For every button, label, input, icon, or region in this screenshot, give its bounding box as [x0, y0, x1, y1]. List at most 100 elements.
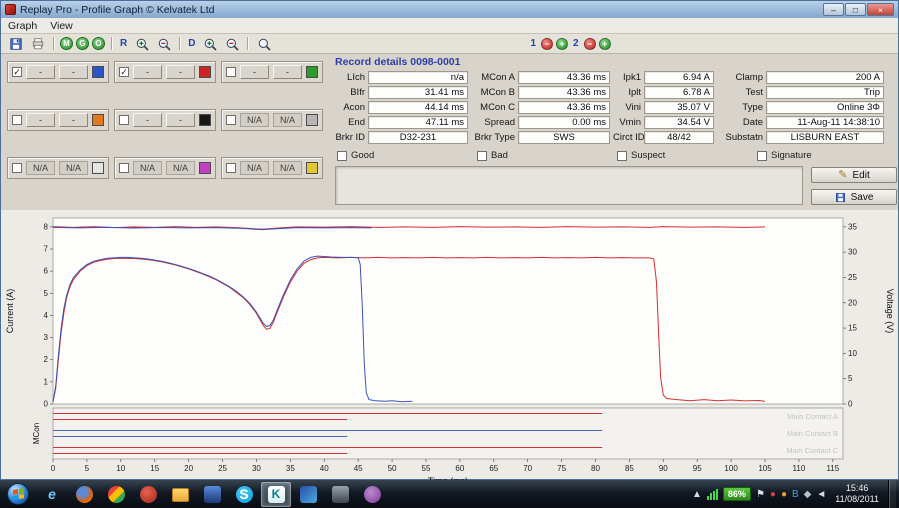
- menu-graph[interactable]: Graph: [8, 20, 37, 32]
- minimize-button[interactable]: –: [823, 3, 844, 16]
- firefox-taskbar-icon[interactable]: [69, 482, 99, 507]
- channel-5-button-2[interactable]: -: [166, 113, 195, 127]
- start-button[interactable]: [2, 481, 34, 507]
- channel-9-button-1[interactable]: N/A: [240, 161, 269, 175]
- channel-7-button-1[interactable]: N/A: [26, 161, 55, 175]
- channel-8-color-swatch[interactable]: [199, 162, 211, 174]
- channel-9-button-2[interactable]: N/A: [273, 161, 302, 175]
- d-zoom-in-button[interactable]: [200, 35, 219, 52]
- signature-checkbox[interactable]: [757, 150, 767, 161]
- d-zoom-out-button[interactable]: [222, 35, 241, 52]
- save-button[interactable]: Save: [811, 189, 897, 205]
- good-checkbox[interactable]: [337, 150, 347, 161]
- channel-1-button-1[interactable]: -: [26, 65, 55, 79]
- channel-2-button-2[interactable]: -: [166, 65, 195, 79]
- channel-3-button-1[interactable]: -: [240, 65, 269, 79]
- channel-2-checkbox[interactable]: ✓: [119, 67, 129, 77]
- windows-explorer-taskbar-icon[interactable]: [165, 482, 195, 507]
- blue-grid-app-taskbar-icon[interactable]: [293, 482, 323, 507]
- show-hidden-icons-icon[interactable]: ▲: [692, 489, 702, 500]
- channel-5-checkbox[interactable]: [119, 115, 129, 125]
- channel-1-checkbox[interactable]: ✓: [12, 67, 22, 77]
- menu-view[interactable]: View: [50, 20, 73, 32]
- contacts-plot-area[interactable]: [52, 407, 844, 460]
- channel-6-checkbox[interactable]: [226, 115, 236, 125]
- r-zoom-in-button[interactable]: [132, 35, 151, 52]
- channel-3-color-swatch[interactable]: [306, 66, 318, 78]
- action-center-flag-icon[interactable]: ⚑: [756, 489, 765, 500]
- channel-9-checkbox[interactable]: [226, 163, 236, 173]
- usb-device-icon[interactable]: ◆: [804, 489, 812, 500]
- channel-8-button-1[interactable]: N/A: [133, 161, 162, 175]
- battery-meter-icon[interactable]: 86%: [722, 487, 751, 501]
- channel-4-button-2[interactable]: -: [59, 113, 88, 127]
- save-graph-button[interactable]: [6, 35, 25, 52]
- channel-4-color-swatch[interactable]: [92, 114, 104, 126]
- zoom-reset-button[interactable]: [254, 35, 273, 52]
- channel-6-button-1[interactable]: N/A: [240, 113, 269, 127]
- cursor-2-remove-button[interactable]: −: [583, 37, 596, 50]
- channel-8-checkbox[interactable]: [119, 163, 129, 173]
- blue-window-app-taskbar-icon[interactable]: [197, 482, 227, 507]
- bluetooth-icon[interactable]: B: [792, 489, 799, 500]
- monitor-app-taskbar-icon[interactable]: [325, 482, 355, 507]
- channel-8-button-2[interactable]: N/A: [166, 161, 195, 175]
- marker-m-button[interactable]: M: [60, 37, 73, 50]
- channel-5-color-swatch[interactable]: [199, 114, 211, 126]
- r-zoom-out-button[interactable]: [154, 35, 173, 52]
- channel-7-color-swatch[interactable]: [92, 162, 104, 174]
- marker-o-button[interactable]: O: [92, 37, 105, 50]
- channel-7-checkbox[interactable]: [12, 163, 22, 173]
- x-tick-label: 30: [252, 464, 261, 473]
- cursor-1-add-button[interactable]: +: [556, 37, 569, 50]
- d-zoom-label: D: [188, 38, 196, 49]
- channel-9-color-swatch[interactable]: [306, 162, 318, 174]
- skype-taskbar-icon[interactable]: S: [229, 482, 259, 507]
- edit-button[interactable]: ✎ Edit: [811, 167, 897, 183]
- volume-icon[interactable]: ◄: [816, 489, 826, 500]
- security-alert-icon[interactable]: ●: [770, 489, 776, 500]
- cursor-2-add-button[interactable]: +: [598, 37, 611, 50]
- system-tray: ▲ 86% ⚑ ● ● B ◆ ◄ 15:46 11/08/2011: [692, 480, 897, 508]
- internet-explorer-taskbar-icon[interactable]: e: [37, 482, 67, 507]
- channel-3-checkbox[interactable]: [226, 67, 236, 77]
- print-button[interactable]: [28, 35, 47, 52]
- channel-5-button-1[interactable]: -: [133, 113, 162, 127]
- update-notifier-icon[interactable]: ●: [781, 489, 787, 500]
- marker-g-button[interactable]: G: [76, 37, 89, 50]
- channel-6-button-2[interactable]: N/A: [273, 113, 302, 127]
- clock[interactable]: 15:46 11/08/2011: [835, 483, 879, 505]
- red-circle-app-taskbar-icon[interactable]: [133, 482, 163, 507]
- notes-box[interactable]: [335, 166, 803, 205]
- chrome-taskbar-icon[interactable]: [101, 482, 131, 507]
- channel-7-button-2[interactable]: N/A: [59, 161, 88, 175]
- channel-2-color-swatch[interactable]: [199, 66, 211, 78]
- channel-4-button-1[interactable]: -: [26, 113, 55, 127]
- field-value-substatn: LISBURN EAST: [766, 131, 884, 144]
- suspect-checkbox[interactable]: [617, 150, 627, 161]
- x-tick-label: 40: [320, 464, 329, 473]
- channel-3-button-2[interactable]: -: [273, 65, 302, 79]
- channel-4-checkbox[interactable]: [12, 115, 22, 125]
- main-plot-area[interactable]: [52, 217, 844, 405]
- channel-2-button-1[interactable]: -: [133, 65, 162, 79]
- purple-app-taskbar-icon[interactable]: [357, 482, 387, 507]
- maximize-button[interactable]: □: [845, 3, 866, 16]
- bad-checkbox[interactable]: [477, 150, 487, 161]
- current-tick-label: 6: [44, 267, 49, 276]
- channel-1-button-2[interactable]: -: [59, 65, 88, 79]
- channel-group-6: N/A N/A: [221, 109, 323, 131]
- signal-bars-icon[interactable]: [706, 488, 718, 500]
- current-tick-label: 1: [44, 377, 49, 386]
- action-buttons: ✎ Edit Save: [811, 166, 897, 205]
- replay-pro-taskbar-icon[interactable]: K: [261, 481, 291, 507]
- channel-1-color-swatch[interactable]: [92, 66, 104, 78]
- channel-6-color-swatch[interactable]: [306, 114, 318, 126]
- show-desktop-button[interactable]: [888, 480, 896, 508]
- field-label-mcon-c: MCon C: [480, 102, 515, 113]
- cursor-1-remove-button[interactable]: −: [541, 37, 554, 50]
- contact-label-3: Main Contact C: [786, 446, 838, 455]
- voltage-tick-label: 10: [848, 349, 857, 358]
- close-button[interactable]: ×: [867, 3, 894, 16]
- blue-window-app-icon: [203, 485, 221, 503]
